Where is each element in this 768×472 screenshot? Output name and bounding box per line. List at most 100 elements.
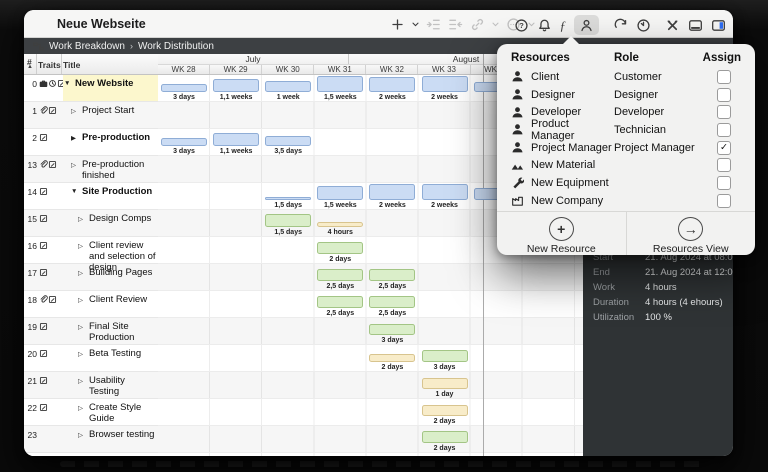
workload-bar[interactable] xyxy=(422,431,468,443)
disclosure-expanded-icon[interactable]: ▼ xyxy=(64,79,72,87)
workload-bar[interactable] xyxy=(265,197,311,200)
resource-row[interactable]: DesignerDesigner xyxy=(497,86,755,104)
workload-bar[interactable] xyxy=(317,222,363,227)
task-title-cell[interactable]: ▶Pre-production xyxy=(63,129,158,155)
new-resource-button[interactable]: + New Resource xyxy=(497,212,627,255)
attach-icon[interactable] xyxy=(470,15,485,33)
disclosure-collapsed-icon[interactable]: ▶ xyxy=(71,133,79,142)
attach-chevron-icon[interactable] xyxy=(492,15,499,33)
workload-bar[interactable] xyxy=(265,81,311,92)
task-title-cell[interactable]: ▷Usability Testing xyxy=(63,372,158,398)
workload-bar[interactable] xyxy=(369,354,415,362)
workload-bar[interactable] xyxy=(422,405,468,416)
assign-checkbox[interactable] xyxy=(717,88,731,102)
breadcrumb-item-work-distribution[interactable]: Work Distribution xyxy=(138,41,214,52)
task-title-cell[interactable]: ▷Building Pages xyxy=(63,264,158,290)
outline-row-13[interactable]: 13▷Pre-production finished xyxy=(24,156,158,183)
resource-row[interactable]: New Material xyxy=(497,156,755,174)
outline-row-22[interactable]: 22▷Create Style Guide xyxy=(24,399,158,426)
task-title-cell[interactable]: ▷Create Style Guide xyxy=(63,399,158,425)
assign-checkbox[interactable] xyxy=(717,194,731,208)
workload-bar[interactable] xyxy=(422,378,468,389)
breadcrumb-item-work-breakdown[interactable]: Work Breakdown xyxy=(49,41,125,52)
task-title-cell[interactable]: ▷Pre-production finished xyxy=(63,156,158,182)
workload-bar[interactable] xyxy=(317,269,363,281)
task-title-cell[interactable]: ▷Client Review xyxy=(63,291,158,317)
workload-bar[interactable] xyxy=(161,84,207,92)
workload-bar[interactable] xyxy=(265,136,311,146)
outline-row-16[interactable]: 16▷Client review and selection of design xyxy=(24,237,158,264)
activity-icon[interactable] xyxy=(636,16,651,34)
workload-bar[interactable] xyxy=(422,184,468,200)
outline-row-23[interactable]: 23▷Browser testing xyxy=(24,426,158,453)
workload-bar[interactable] xyxy=(317,76,363,92)
arrow-circle-icon[interactable]: → xyxy=(678,217,703,241)
assign-checkbox[interactable] xyxy=(717,158,731,172)
task-title-cell[interactable]: ▷Final Site Production xyxy=(63,318,158,344)
workload-bar[interactable] xyxy=(317,186,363,200)
disclosure-expanded-icon[interactable]: ▼ xyxy=(71,187,79,195)
workload-bar[interactable] xyxy=(369,184,415,200)
workload-bar[interactable] xyxy=(213,79,259,92)
workload-bar[interactable] xyxy=(369,269,415,281)
assign-checkbox[interactable] xyxy=(717,176,731,190)
outline-row-1[interactable]: 1▷Project Start xyxy=(24,102,158,129)
task-title-cell[interactable]: ▷Client review and selection of design xyxy=(63,237,158,263)
task-title: Site Production xyxy=(82,187,154,198)
workload-bar[interactable] xyxy=(213,133,259,146)
resource-row[interactable]: ClientCustomer xyxy=(497,68,755,86)
resource-row[interactable]: New Equipment xyxy=(497,174,755,192)
column-header-title[interactable]: Title xyxy=(63,60,80,70)
assign-checkbox[interactable] xyxy=(717,70,731,84)
format-icon[interactable]: ƒ xyxy=(560,16,567,34)
workload-bar[interactable] xyxy=(265,214,311,227)
outline-row-24[interactable]: 24▷Fix bugs xyxy=(24,453,158,456)
outline-row-2[interactable]: 2▶Pre-production xyxy=(24,129,158,156)
outline-row-15[interactable]: 15▷Design Comps xyxy=(24,210,158,237)
task-title-cell[interactable]: ▷Beta Testing xyxy=(63,345,158,371)
outline-row-17[interactable]: 17▷Building Pages xyxy=(24,264,158,291)
assign-checkbox[interactable] xyxy=(717,105,731,119)
resource-row[interactable]: New Company xyxy=(497,192,755,210)
resources-icon[interactable] xyxy=(574,15,599,35)
task-title: Final Site Production xyxy=(89,322,158,344)
workload-bar[interactable] xyxy=(317,242,363,254)
task-title-cell[interactable]: ▼New Website xyxy=(63,75,158,101)
add-chevron-icon[interactable] xyxy=(412,15,419,33)
outline-row-19[interactable]: 19▷Final Site Production xyxy=(24,318,158,345)
assign-checkbox[interactable] xyxy=(717,123,731,137)
assign-checkbox[interactable]: ✓ xyxy=(717,141,731,155)
workload-bar[interactable] xyxy=(422,350,468,362)
panel-right-icon[interactable] xyxy=(711,16,726,34)
tools-icon[interactable] xyxy=(665,16,680,34)
panel-bottom-icon[interactable] xyxy=(688,16,703,34)
task-title-cell[interactable]: ▷Design Comps xyxy=(63,210,158,236)
outline-row-14[interactable]: 14▼Site Production xyxy=(24,183,158,210)
outline-row-0[interactable]: 0▼New Website xyxy=(24,75,158,102)
task-title-cell[interactable]: ▼Site Production xyxy=(63,183,158,209)
add-icon[interactable] xyxy=(390,15,405,33)
column-header-traits[interactable]: Traits xyxy=(38,60,61,70)
workload-bar[interactable] xyxy=(369,324,415,335)
workload-bar[interactable] xyxy=(422,76,468,92)
indent-icon[interactable] xyxy=(426,15,441,33)
help-icon[interactable]: ? xyxy=(514,16,529,34)
task-title-cell[interactable]: ▷Fix bugs xyxy=(63,453,158,456)
notifications-icon[interactable] xyxy=(537,16,552,34)
task-title: Project Start xyxy=(82,106,136,117)
workload-bar[interactable] xyxy=(317,296,363,308)
task-title-cell[interactable]: ▷Project Start xyxy=(63,102,158,128)
outline-row-21[interactable]: 21▷Usability Testing xyxy=(24,372,158,399)
outline-row-20[interactable]: 20▷Beta Testing xyxy=(24,345,158,372)
workload-bar[interactable] xyxy=(369,77,415,92)
outdent-icon[interactable] xyxy=(448,15,463,33)
resource-row[interactable]: Project ManagerProject Manager✓ xyxy=(497,139,755,157)
plus-circle-icon[interactable]: + xyxy=(549,217,574,241)
sync-icon[interactable] xyxy=(613,16,628,34)
outline-row-18[interactable]: 18▷Client Review xyxy=(24,291,158,318)
workload-bar[interactable] xyxy=(369,296,415,308)
resources-view-button[interactable]: → Resources View xyxy=(627,212,756,255)
resource-row[interactable]: Product ManagerTechnician xyxy=(497,121,755,139)
task-title-cell[interactable]: ▷Browser testing xyxy=(63,426,158,452)
workload-bar[interactable] xyxy=(161,138,207,146)
